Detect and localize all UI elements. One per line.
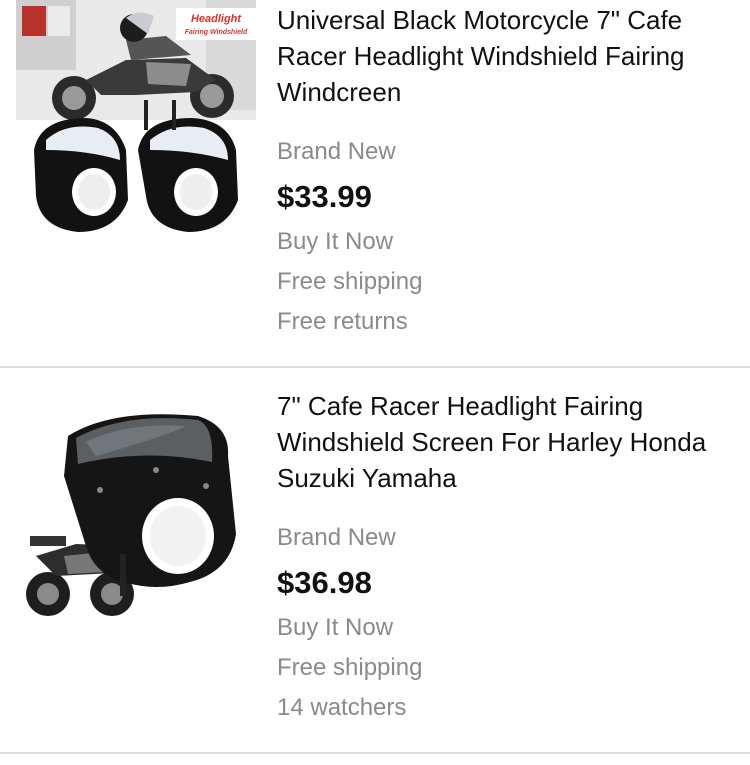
listing-format: Buy It Now [277,228,394,255]
listing-item[interactable]: Headlight Fairing Windshield Universal B… [0,0,750,368]
listing-thumbnail[interactable]: Headlight Fairing Windshield [16,0,256,240]
listing-price: $33.99 [277,179,372,214]
listing-returns: Free returns [277,308,408,335]
listing-title[interactable]: Universal Black Motorcycle 7" Cafe Racer… [277,0,730,110]
headlight-fairing-product-image [16,386,256,626]
listing-title[interactable]: 7" Cafe Racer Headlight Fairing Windshie… [277,386,730,496]
search-results-list: Headlight Fairing Windshield Universal B… [0,0,750,765]
listing-item[interactable]: 7" Cafe Racer Headlight Fairing Windshie… [0,368,750,754]
listing-details: Universal Black Motorcycle 7" Cafe Racer… [277,0,730,342]
listing-format: Buy It Now [277,614,394,641]
listing-shipping: Free shipping [277,654,423,681]
banner-line2: Fairing Windshield [185,29,248,36]
listing-watchers: 14 watchers [277,694,407,721]
motorcycle-fairing-product-image: Headlight Fairing Windshield [16,0,256,240]
listing-condition: Brand New [277,138,396,165]
listing-thumbnail[interactable] [16,386,256,626]
listing-condition: Brand New [277,524,396,551]
banner-line1: Headlight [191,13,242,25]
listing-details: 7" Cafe Racer Headlight Fairing Windshie… [277,386,730,728]
listing-price: $36.98 [277,565,372,600]
listing-shipping: Free shipping [277,268,423,295]
